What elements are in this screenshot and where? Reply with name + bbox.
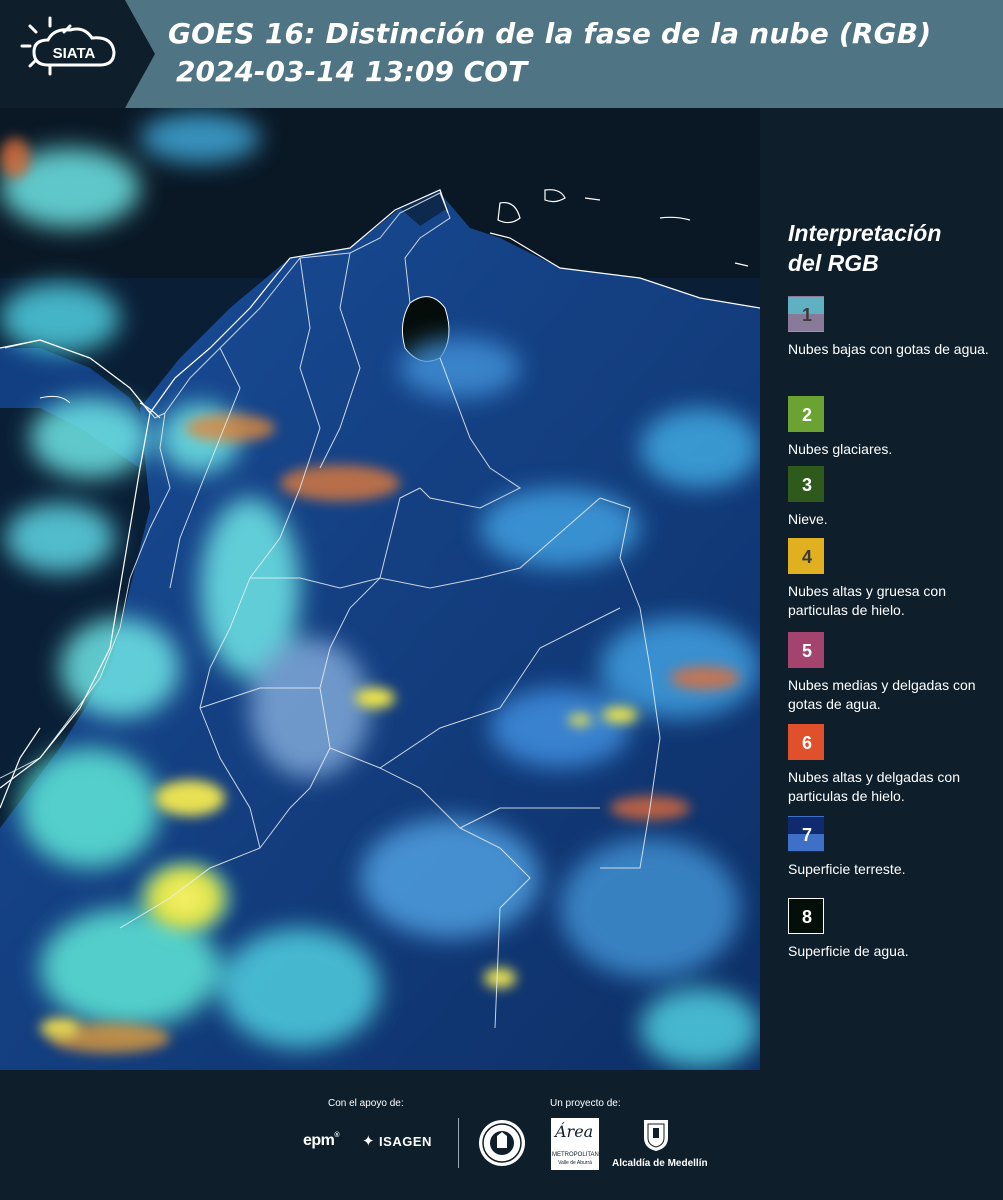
isagen-logo-text: ISAGEN	[379, 1134, 432, 1149]
legend-label: Nieve.	[788, 511, 828, 527]
legend-label: Superficie de agua.	[788, 943, 909, 959]
area-logo-sub: METROPOLITANA	[552, 1152, 603, 1158]
alcaldia-shield	[642, 1118, 670, 1157]
area-logo-text: Área	[555, 1122, 594, 1141]
legend-title-line2: del RGB	[788, 250, 879, 276]
legend-label: Nubes glaciares.	[788, 441, 893, 457]
legend-number: 5	[801, 641, 812, 661]
legend-swatch: 1	[788, 296, 824, 332]
support-label: Con el apoyo de:	[328, 1098, 404, 1109]
area-logo-sub2: Valle de Aburrá	[558, 1160, 592, 1166]
legend-panel: Interpretación del RGB 1 Nubes bajas con …	[760, 108, 1003, 1070]
legend-label: Nubes altas y delgadas con particulas de…	[788, 769, 960, 804]
seal-logo	[477, 1118, 527, 1173]
legend-number: 1	[801, 305, 812, 325]
legend-swatch: 2	[788, 396, 824, 432]
legend-number: 7	[801, 825, 812, 845]
page-title: GOES 16: Distinción de la fase de la nub…	[168, 17, 932, 50]
legend-swatch: 8	[788, 898, 824, 934]
legend-swatch: 3	[788, 466, 824, 502]
legend-title: Interpretación del RGB	[788, 218, 941, 278]
legend-number: 8	[801, 907, 812, 927]
header: SIATA GOES 16: Distinción de la fase de …	[0, 0, 1003, 108]
legend-swatch: 4	[788, 538, 824, 574]
legend-swatch: 6	[788, 724, 824, 760]
isagen-icon: ✦	[362, 1133, 375, 1150]
legend-title-line1: Interpretación	[788, 220, 942, 246]
seal-icon	[479, 1120, 525, 1166]
image-timestamp: 2024-03-14 13:09 COT	[176, 55, 528, 88]
legend-label: Nubes medias y delgadas con gotas de agu…	[788, 677, 976, 712]
legend-swatch: 7	[788, 816, 824, 852]
legend-number: 3	[801, 475, 812, 495]
legend-number: 4	[801, 547, 812, 567]
epm-logo: epm®	[303, 1132, 340, 1149]
legend-label: Superficie terreste.	[788, 861, 906, 877]
svg-text:SIATA: SIATA	[53, 45, 96, 62]
legend-number: 6	[801, 733, 812, 753]
isagen-logo: ✦ ISAGEN	[362, 1132, 432, 1151]
satellite-rgb-image	[0, 108, 760, 1070]
epm-logo-text: epm	[303, 1132, 335, 1149]
shield-icon	[644, 1120, 668, 1151]
legend-label: Nubes altas y gruesa con particulas de h…	[788, 583, 946, 618]
project-label: Un proyecto de:	[550, 1098, 621, 1109]
legend-number: 2	[801, 405, 812, 425]
footer: Con el apoyo de: Un proyecto de: epm® ✦ …	[0, 1070, 1003, 1200]
satellite-map	[0, 108, 760, 1070]
legend-label: Nubes bajas con gotas de agua.	[788, 341, 989, 357]
legend-swatch: 5	[788, 632, 824, 668]
footer-divider	[458, 1118, 459, 1168]
siata-logo: SIATA	[0, 0, 155, 108]
alcaldia-logo-text: Alcaldía de Medellín	[612, 1158, 708, 1169]
area-metropolitana-logo: Área METROPOLITANA Valle de Aburrá	[551, 1118, 603, 1170]
